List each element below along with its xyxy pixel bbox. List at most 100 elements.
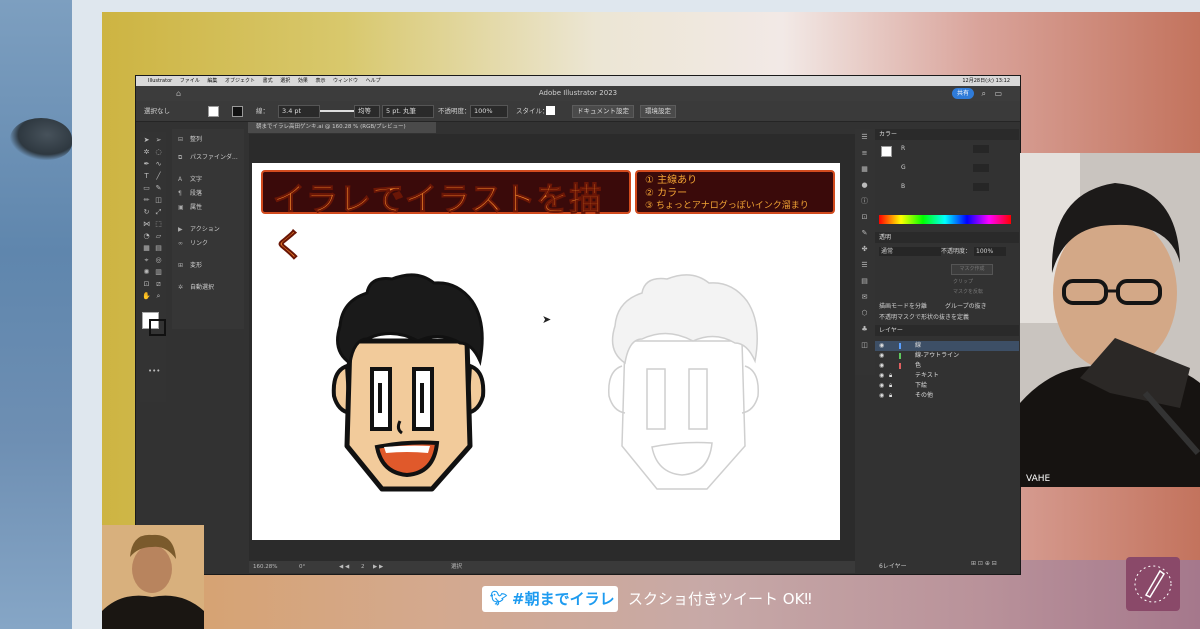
artboard-tool-icon[interactable]: ⊡ <box>142 280 151 289</box>
eye-icon[interactable]: ◉ <box>879 371 884 381</box>
curvature-icon[interactable]: ∿ <box>154 160 163 169</box>
scale-icon[interactable]: ⤢ <box>154 208 163 217</box>
clip-checkbox[interactable]: クリップ <box>953 278 973 285</box>
hand-tool-icon[interactable]: ✋ <box>142 292 151 301</box>
panel-paragraph[interactable]: ¶ 段落 <box>178 187 202 201</box>
zoom-tool-icon[interactable]: ⌕ <box>154 292 163 301</box>
mesh-icon[interactable]: ▦ <box>142 244 151 253</box>
eye-icon[interactable]: ◉ <box>879 341 884 351</box>
brushes-icon[interactable]: ✎ <box>860 229 869 238</box>
menu-item[interactable]: 編集 <box>207 78 217 84</box>
magic-wand-icon[interactable]: ✲ <box>142 148 151 157</box>
color-spectrum[interactable] <box>879 215 1011 224</box>
appearance-icon[interactable]: ♣ <box>860 325 869 334</box>
type-tool-icon[interactable]: T <box>142 172 151 181</box>
layer-row[interactable]: ◉ 🔒︎ その他 <box>875 391 1019 401</box>
slice-icon[interactable]: ⧄ <box>154 280 163 289</box>
blend-mode-select[interactable]: 通常 <box>879 247 941 256</box>
3d-icon[interactable]: ⬡ <box>860 309 869 318</box>
shape-builder-icon[interactable]: ◔ <box>142 232 151 241</box>
gradient-icon[interactable]: ▤ <box>154 244 163 253</box>
artboard-nav-next[interactable]: ▶ ▶ <box>373 561 383 573</box>
menu-item[interactable]: 効果 <box>298 78 308 84</box>
lock-icon[interactable]: 🔒︎ <box>889 371 892 381</box>
menu-item[interactable]: ウィンドウ <box>333 78 358 84</box>
free-transform-icon[interactable]: ⬚ <box>154 220 163 229</box>
graph-icon[interactable]: ▥ <box>154 268 163 277</box>
panel-attributes[interactable]: ▣ 属性 <box>178 201 202 215</box>
stroke-color-box[interactable] <box>149 319 166 336</box>
menu-item[interactable]: オブジェクト <box>225 78 255 84</box>
opacity-define-checkbox[interactable]: 不透明マスクで形状の抜きを定義 <box>879 312 969 321</box>
stroke-swatch[interactable] <box>232 106 243 117</box>
transparency-opacity-field[interactable]: 100% <box>974 247 1006 256</box>
panel-links[interactable]: ∞ リンク <box>178 237 208 251</box>
knockout-group-checkbox[interactable]: グループの抜き <box>945 301 987 310</box>
direct-selection-icon[interactable]: ➢ <box>154 136 163 145</box>
line-tool-icon[interactable]: ╱ <box>154 172 163 181</box>
rectangle-tool-icon[interactable]: ▭ <box>142 184 151 193</box>
menu-item[interactable]: 書式 <box>263 78 273 84</box>
artboard-number[interactable]: 2 <box>361 561 365 573</box>
paintbrush-icon[interactable]: ✎ <box>154 184 163 193</box>
more-tools-icon[interactable]: ••• <box>148 367 160 376</box>
blend-icon[interactable]: ◎ <box>154 256 163 265</box>
zoom-level[interactable]: 160.28% <box>253 561 277 573</box>
symbols-icon[interactable]: ✤ <box>860 245 869 254</box>
g-value-field[interactable] <box>973 164 989 172</box>
opacity-field[interactable]: 100% <box>470 105 508 118</box>
libraries-icon[interactable]: ☰ <box>860 133 869 142</box>
swatches-icon[interactable]: ▦ <box>860 165 869 174</box>
panel-align[interactable]: ⊟ 整列 <box>178 133 202 147</box>
layer-row[interactable]: ◉ 線-アウトライン <box>875 351 1019 361</box>
isolate-blending-checkbox[interactable]: 描画モードを分離 <box>879 301 927 310</box>
lasso-icon[interactable]: ◌ <box>154 148 163 157</box>
artboard-nav[interactable]: ◀ ◀ <box>339 561 349 573</box>
home-icon[interactable]: ⌂ <box>176 86 181 101</box>
pencil-icon[interactable]: ✏ <box>142 196 151 205</box>
layer-row[interactable]: ◉ 🔒︎ テキスト <box>875 371 1019 381</box>
profile-select[interactable]: 均等 <box>354 105 380 118</box>
layers-strip-icon[interactable]: ◫ <box>860 341 869 350</box>
rotate-icon[interactable]: ↻ <box>142 208 151 217</box>
rotation-field[interactable]: 0° <box>299 561 305 573</box>
artboards-icon[interactable]: ⊡ <box>860 213 869 222</box>
color-panel-header[interactable]: カラー <box>875 129 1019 140</box>
comments-icon[interactable]: ✉ <box>860 293 869 302</box>
perspective-icon[interactable]: ▱ <box>154 232 163 241</box>
document-tab[interactable]: 朝までイラレ高田ゲンキ.ai @ 160.28 % (RGB/プレビュー) <box>248 122 436 133</box>
symbol-sprayer-icon[interactable]: ✺ <box>142 268 151 277</box>
layer-actions-icons[interactable]: ⊞ ⊡ ⊕ ⊟ <box>971 560 997 567</box>
style-swatch[interactable] <box>546 106 555 115</box>
transparency-panel-header[interactable]: 透明 <box>875 232 1019 243</box>
color-fill-box[interactable] <box>881 146 892 157</box>
stroke-icon[interactable]: ☰ <box>860 261 869 270</box>
lock-icon[interactable]: 🔒︎ <box>889 381 892 391</box>
canvas-area[interactable]: イラレでイラストを描く ① 主線あり ② カラー ③ ちょっとアナログっぽいイン… <box>249 134 855 561</box>
panel-actions[interactable]: ▶ アクション <box>178 223 220 237</box>
eye-icon[interactable]: ◉ <box>879 391 884 401</box>
layer-row[interactable]: ◉ 🔒︎ 下絵 <box>875 381 1019 391</box>
r-value-field[interactable] <box>973 145 989 153</box>
info-icon[interactable]: ⓘ <box>860 197 869 206</box>
eye-icon[interactable]: ◉ <box>879 381 884 391</box>
b-value-field[interactable] <box>973 183 989 191</box>
fill-swatch[interactable] <box>208 106 219 117</box>
make-mask-button[interactable]: マスク作成 <box>951 264 993 275</box>
eye-icon[interactable]: ◉ <box>879 361 884 371</box>
menu-item[interactable]: 選択 <box>280 78 290 84</box>
menu-item[interactable]: ヘルプ <box>366 78 381 84</box>
stroke-weight-field[interactable]: 3.4 pt <box>278 105 320 118</box>
menu-item[interactable]: 表示 <box>315 78 325 84</box>
invert-mask-checkbox[interactable]: マスクを反転 <box>953 288 983 295</box>
character-colored[interactable] <box>322 271 492 503</box>
eraser-icon[interactable]: ◫ <box>154 196 163 205</box>
share-button[interactable]: 共有 <box>951 88 974 99</box>
menu-item[interactable]: ファイル <box>180 78 200 84</box>
panel-pathfinder[interactable]: ⧉ パスファインダ... <box>178 151 238 165</box>
lock-icon[interactable]: 🔒︎ <box>889 391 892 401</box>
pen-tool-icon[interactable]: ✒ <box>142 160 151 169</box>
layer-row[interactable]: ◉ 線 <box>875 341 1019 351</box>
preferences-button[interactable]: 環境設定 <box>640 105 676 118</box>
properties-icon[interactable]: ≡ <box>860 149 869 158</box>
